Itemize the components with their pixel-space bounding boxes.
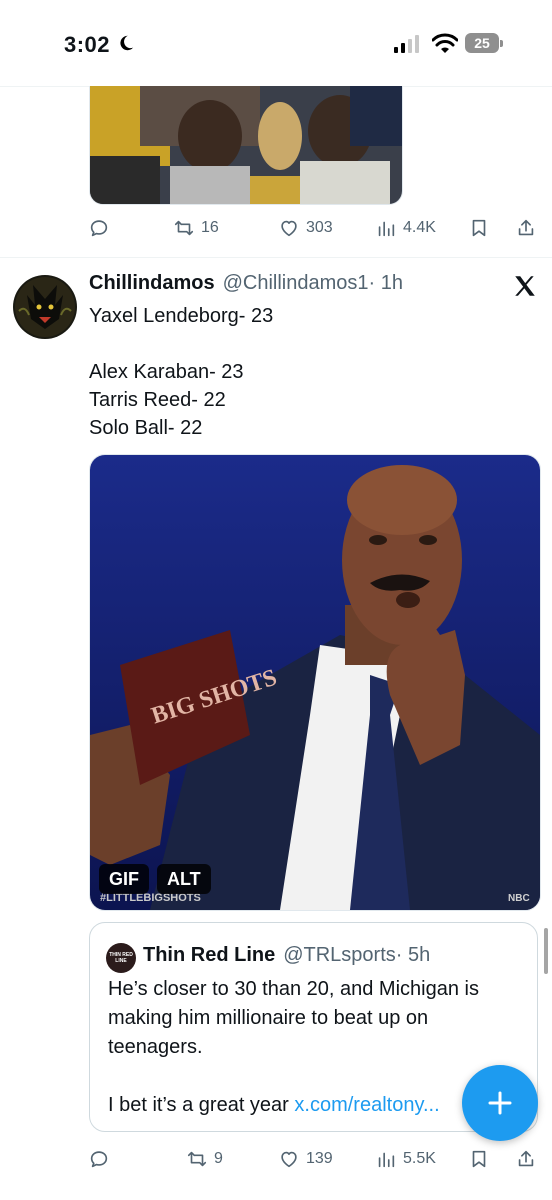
quoted-line: teenagers. [108, 1036, 203, 1058]
retweet-button[interactable]: 16 [173, 213, 219, 243]
retweet-count: 9 [214, 1150, 223, 1167]
quoted-time: · 5h [395, 944, 431, 966]
share-button[interactable] [515, 213, 537, 243]
views-icon [378, 221, 395, 237]
quoted-display-name: Thin Red Line [143, 944, 276, 966]
like-icon [281, 220, 297, 237]
tweet-line: Tarris Reed- 22 [89, 389, 226, 411]
quoted-header: Thin Red Line @TRLsports · 5h [143, 944, 430, 967]
views-button[interactable]: 5.5K [375, 1144, 436, 1174]
status-bar: 3:02 25 [0, 0, 552, 87]
scrollbar[interactable] [544, 928, 548, 974]
tweet-gif[interactable]: BIG SHOTS #LITTLEBIGSHOTS NBC [89, 454, 541, 911]
battery-level: 25 [474, 35, 490, 51]
retweet-icon [187, 1151, 207, 1167]
user-handle[interactable]: @Chillindamos1 [223, 272, 369, 295]
views-count: 4.4K [403, 219, 436, 236]
display-name[interactable]: Chillindamos [89, 272, 215, 295]
crowd-video-thumbnail [90, 86, 402, 204]
tweet-line: Solo Ball- 22 [89, 417, 203, 439]
gif-image: BIG SHOTS #LITTLEBIGSHOTS NBC [90, 455, 540, 910]
like-button[interactable]: 139 [278, 1144, 333, 1174]
alt-badge[interactable]: ALT [157, 864, 211, 894]
quoted-line-text: I bet it’s a great year [108, 1094, 295, 1116]
reply-icon [90, 1151, 108, 1168]
like-count: 303 [306, 219, 333, 236]
retweet-icon [174, 220, 194, 236]
wolf-avatar-icon [13, 275, 77, 339]
like-count: 139 [306, 1150, 333, 1167]
bookmark-icon [472, 1150, 486, 1168]
tweet-actions: 9 139 5.5K [88, 1144, 538, 1174]
share-icon [518, 1150, 534, 1167]
retweet-button[interactable]: 9 [186, 1144, 223, 1174]
previous-tweet-media[interactable] [89, 86, 403, 205]
quoted-line: making him millionaire to beat up on [108, 1007, 429, 1029]
tweet-text: Yaxel Lendeborg- 23 Alex Karaban- 23 Tar… [89, 302, 273, 442]
retweet-count: 16 [201, 219, 219, 236]
gif-badge: GIF [99, 864, 149, 894]
tweet-divider [0, 257, 552, 258]
x-logo-icon[interactable] [512, 273, 538, 299]
tweet-line: Alex Karaban- 23 [89, 361, 244, 383]
compose-plus-icon [488, 1091, 512, 1115]
wifi-icon [432, 33, 458, 53]
quoted-handle: @TRLsports [283, 944, 396, 966]
views-button[interactable]: 4.4K [375, 213, 436, 243]
bookmark-icon [472, 219, 486, 237]
reply-button[interactable] [88, 1144, 110, 1174]
quoted-line: He’s closer to 30 than 20, and Michigan … [108, 978, 479, 1000]
share-button[interactable] [515, 1144, 537, 1174]
like-icon [281, 1151, 297, 1168]
like-button[interactable]: 303 [278, 213, 333, 243]
views-icon [378, 1152, 395, 1168]
battery-indicator: 25 [465, 33, 503, 55]
signal-icon [394, 35, 419, 53]
tweet-line: Yaxel Lendeborg- 23 [89, 305, 274, 327]
reply-button[interactable] [88, 213, 110, 243]
network-logo: NBC [508, 893, 530, 904]
bookmark-button[interactable] [468, 1144, 490, 1174]
moon-icon [120, 35, 134, 51]
quoted-link[interactable]: x.com/realtony... [294, 1094, 439, 1116]
previous-tweet-actions: 16 303 4.4K [88, 213, 538, 243]
bookmark-button[interactable] [468, 213, 490, 243]
tweet-line [89, 330, 273, 358]
tweet-header: Chillindamos @Chillindamos1 · 1h [89, 272, 403, 298]
compose-button[interactable] [462, 1065, 538, 1141]
share-icon [518, 219, 534, 236]
quoted-avatar: THIN RED LINE [106, 943, 136, 973]
status-time: 3:02 [64, 32, 111, 57]
views-count: 5.5K [403, 1150, 436, 1167]
avatar[interactable] [13, 275, 77, 339]
reply-icon [90, 220, 108, 237]
tweet-time[interactable]: · 1h [369, 272, 403, 295]
